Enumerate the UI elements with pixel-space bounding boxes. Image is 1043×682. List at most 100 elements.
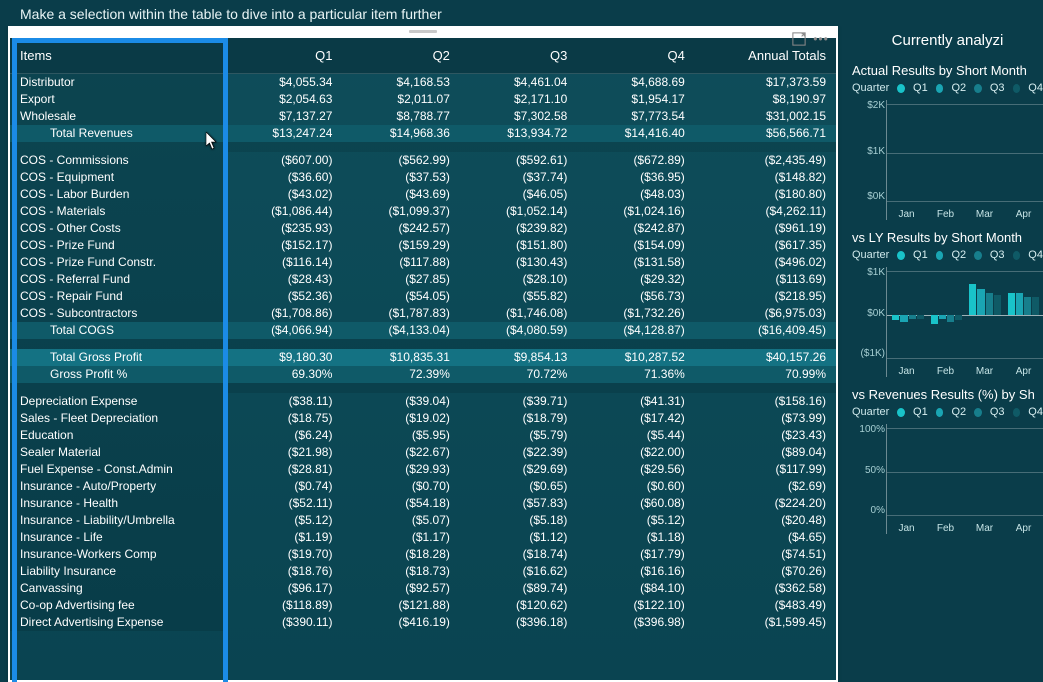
table-row[interactable]: Insurance - Liability/Umbrella($5.12)($5… (10, 512, 836, 529)
table-row[interactable]: Insurance - Health($52.11)($54.18)($57.8… (10, 495, 836, 512)
row-label[interactable]: Depreciation Expense (10, 393, 225, 410)
table-row[interactable]: COS - Commissions($607.00)($562.99)($592… (10, 152, 836, 169)
cell-value: ($39.71) (460, 393, 577, 410)
table-row[interactable]: Wholesale$7,137.27$8,788.77$7,302.58$7,7… (10, 108, 836, 125)
table-row[interactable]: Gross Profit %69.30%72.39%70.72%71.36%70… (10, 366, 836, 383)
table-row[interactable]: COS - Equipment($36.60)($37.53)($37.74)(… (10, 169, 836, 186)
table-row[interactable]: Fuel Expense - Const.Admin($28.81)($29.9… (10, 461, 836, 478)
table-row[interactable]: COS - Referral Fund($28.43)($27.85)($28.… (10, 271, 836, 288)
chart-bar[interactable] (939, 315, 946, 319)
row-label[interactable]: COS - Labor Burden (10, 186, 225, 203)
table-row[interactable] (10, 142, 836, 152)
table-row[interactable]: Insurance - Life($1.19)($1.17)($1.12)($1… (10, 529, 836, 546)
chart-vs-ly[interactable]: vs LY Results by Short Month Quarter Q1 … (852, 230, 1043, 377)
row-label[interactable]: Direct Advertising Expense (10, 614, 225, 631)
chart-bar[interactable] (947, 315, 954, 322)
row-label[interactable]: COS - Referral Fund (10, 271, 225, 288)
row-label[interactable]: COS - Other Costs (10, 220, 225, 237)
table-row[interactable]: Direct Advertising Expense($390.11)($416… (10, 614, 836, 631)
table-row[interactable]: Canvassing($96.17)($92.57)($89.74)($84.1… (10, 580, 836, 597)
row-label[interactable]: Insurance - Liability/Umbrella (10, 512, 225, 529)
cell-value: ($20.48) (695, 512, 836, 529)
chart-bar[interactable] (994, 295, 1001, 315)
chart-bar[interactable] (900, 315, 907, 322)
row-label[interactable]: Education (10, 427, 225, 444)
chart-bar[interactable] (909, 315, 916, 319)
chart-bar[interactable] (969, 284, 976, 315)
table-row[interactable]: Depreciation Expense($38.11)($39.04)($39… (10, 393, 836, 410)
table-row[interactable]: COS - Prize Fund Constr.($116.14)($117.8… (10, 254, 836, 271)
cell-value: ($1,732.26) (577, 305, 694, 322)
row-label[interactable]: Liability Insurance (10, 563, 225, 580)
chart-bar[interactable] (1016, 293, 1023, 315)
row-label[interactable]: Export (10, 91, 225, 108)
table-row[interactable]: COS - Prize Fund($152.17)($159.29)($151.… (10, 237, 836, 254)
chart-bar[interactable] (892, 315, 899, 320)
table-row[interactable]: Co-op Advertising fee($118.89)($121.88)(… (10, 597, 836, 614)
row-label[interactable]: Canvassing (10, 580, 225, 597)
table-row[interactable]: Total Gross Profit$9,180.30$10,835.31$9,… (10, 349, 836, 366)
table-row[interactable]: Total Revenues$13,247.24$14,968.36$13,93… (10, 125, 836, 142)
table-row[interactable] (10, 383, 836, 393)
chart-bar[interactable] (1032, 297, 1039, 315)
chart-bar[interactable] (955, 315, 962, 320)
row-label[interactable]: Sealer Material (10, 444, 225, 461)
chart-bar[interactable] (977, 289, 984, 315)
table-row[interactable]: COS - Materials($1,086.44)($1,099.37)($1… (10, 203, 836, 220)
row-label[interactable]: Wholesale (10, 108, 225, 125)
cell-value: ($89.74) (460, 580, 577, 597)
table-row[interactable]: Liability Insurance($18.76)($18.73)($16.… (10, 563, 836, 580)
row-label[interactable]: Insurance - Life (10, 529, 225, 546)
table-row[interactable]: Sealer Material($21.98)($22.67)($22.39)(… (10, 444, 836, 461)
table-row[interactable] (10, 339, 836, 349)
row-label[interactable]: Insurance-Workers Comp (10, 546, 225, 563)
table-row[interactable]: COS - Repair Fund($52.36)($54.05)($55.82… (10, 288, 836, 305)
chart-bar[interactable] (931, 315, 938, 324)
table-row[interactable]: Education($6.24)($5.95)($5.79)($5.44)($2… (10, 427, 836, 444)
row-label[interactable]: Sales - Fleet Depreciation (10, 410, 225, 427)
cell-value: ($18.74) (460, 546, 577, 563)
table-row[interactable]: Total COGS($4,066.94)($4,133.04)($4,080.… (10, 322, 836, 339)
row-label[interactable]: Total Gross Profit (10, 349, 225, 366)
row-label[interactable]: COS - Equipment (10, 169, 225, 186)
row-label[interactable]: Distributor (10, 74, 225, 91)
row-label[interactable]: Co-op Advertising fee (10, 597, 225, 614)
column-header[interactable]: Q3 (460, 38, 577, 74)
table-row[interactable]: Distributor$4,055.34$4,168.53$4,461.04$4… (10, 74, 836, 91)
row-label[interactable]: Fuel Expense - Const.Admin (10, 461, 225, 478)
table-row[interactable]: Insurance - Auto/Property($0.74)($0.70)(… (10, 478, 836, 495)
more-options-icon[interactable]: ••• (814, 32, 828, 46)
chart-bar[interactable] (917, 315, 924, 319)
chart-vs-revenues[interactable]: vs Revenues Results (%) by Sh Quarter Q1… (852, 387, 1043, 534)
row-label[interactable]: COS - Repair Fund (10, 288, 225, 305)
row-label[interactable]: Insurance - Auto/Property (10, 478, 225, 495)
focus-mode-icon[interactable] (792, 32, 806, 46)
column-header[interactable]: Items (10, 38, 225, 74)
table-row[interactable]: Export$2,054.63$2,011.07$2,171.10$1,954.… (10, 91, 836, 108)
row-label[interactable]: COS - Prize Fund Constr. (10, 254, 225, 271)
table-row[interactable]: COS - Other Costs($235.93)($242.57)($239… (10, 220, 836, 237)
row-label[interactable]: Insurance - Health (10, 495, 225, 512)
cell-value: ($1,024.16) (577, 203, 694, 220)
table-row[interactable]: COS - Subcontractors($1,708.86)($1,787.8… (10, 305, 836, 322)
chart-bar[interactable] (1008, 293, 1015, 315)
row-label[interactable]: COS - Prize Fund (10, 237, 225, 254)
row-label[interactable]: Total Revenues (10, 125, 225, 142)
cell-value: ($21.98) (225, 444, 342, 461)
table-row[interactable]: COS - Labor Burden($43.02)($43.69)($46.0… (10, 186, 836, 203)
card-drag-handle[interactable] (8, 26, 838, 36)
column-header[interactable]: Q1 (225, 38, 342, 74)
row-label[interactable]: Total COGS (10, 322, 225, 339)
table-row[interactable]: Sales - Fleet Depreciation($18.75)($19.0… (10, 410, 836, 427)
column-header[interactable]: Q4 (577, 38, 694, 74)
financial-table[interactable]: ItemsQ1Q2Q3Q4Annual Totals Distributor$4… (10, 38, 836, 631)
row-label[interactable]: COS - Commissions (10, 152, 225, 169)
row-label[interactable]: COS - Subcontractors (10, 305, 225, 322)
row-label[interactable]: COS - Materials (10, 203, 225, 220)
chart-actual-results[interactable]: Actual Results by Short Month Quarter Q1… (852, 63, 1043, 220)
table-row[interactable]: Insurance-Workers Comp($19.70)($18.28)($… (10, 546, 836, 563)
chart-bar[interactable] (1024, 297, 1031, 315)
column-header[interactable]: Q2 (342, 38, 459, 74)
chart-bar[interactable] (986, 293, 993, 315)
row-label[interactable]: Gross Profit % (10, 366, 225, 383)
